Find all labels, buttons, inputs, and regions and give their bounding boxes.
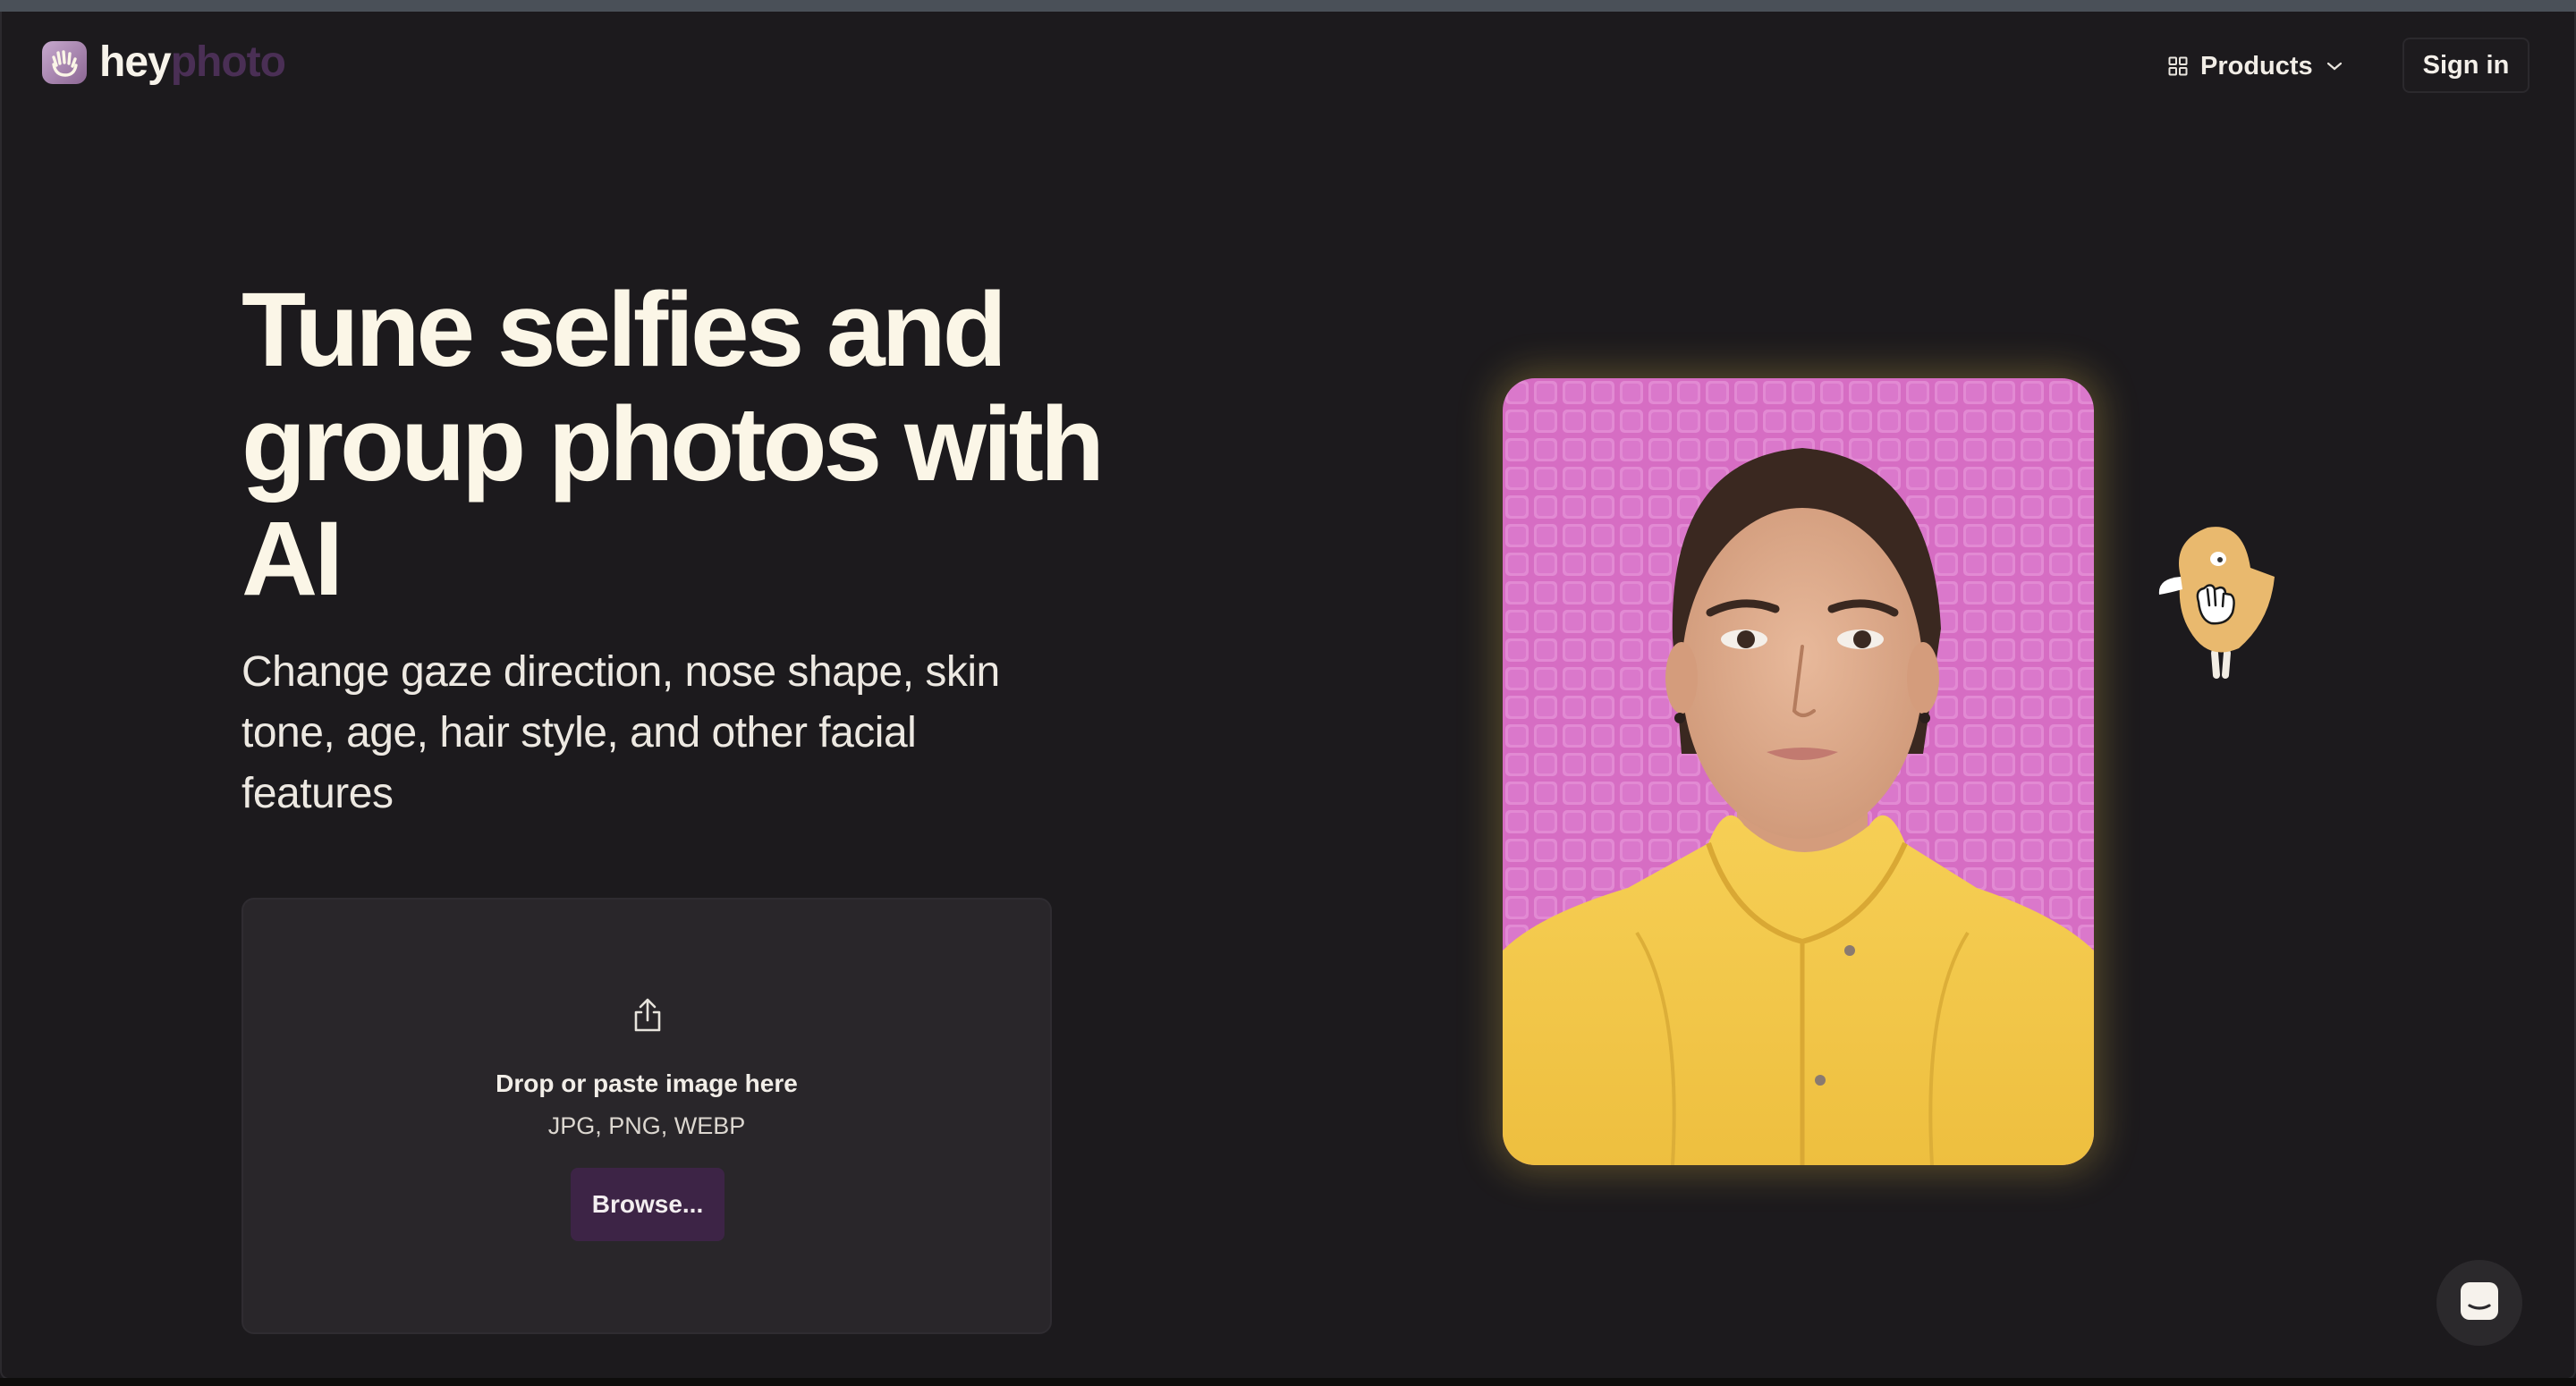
hero-subtitle: Change gaze direction, nose shape, skin … <box>242 648 1000 817</box>
hand-wave-icon <box>42 41 87 84</box>
brand-name-photo: photo <box>170 38 286 86</box>
brand-name-hey: hey <box>99 38 172 86</box>
chat-bubble-icon <box>2459 1280 2500 1326</box>
dropzone-title: Drop or paste image here <box>496 1069 798 1097</box>
brand-wordmark: heyphoto <box>99 38 286 86</box>
share-upload-icon <box>628 996 667 1040</box>
bird-mascot-icon <box>2154 523 2279 689</box>
hero-title: Tune selfies and group photos with AI <box>242 271 1105 618</box>
browse-button[interactable]: Browse... <box>571 1168 724 1241</box>
products-menu-button[interactable]: Products <box>2156 39 2352 93</box>
dropzone-formats: JPG, PNG, WEBP <box>547 1112 746 1139</box>
browser-bottom-edge <box>0 1378 2576 1386</box>
grid-icon <box>2168 56 2188 76</box>
browser-top-bar <box>0 0 2576 12</box>
chat-launcher-button[interactable] <box>2436 1260 2522 1346</box>
image-dropzone[interactable]: Drop or paste image here JPG, PNG, WEBP … <box>242 898 1052 1334</box>
chevron-down-icon <box>2326 61 2343 72</box>
preview-photo <box>1503 378 2094 1165</box>
brand-logo[interactable]: heyphoto <box>42 38 286 86</box>
products-label: Products <box>2200 51 2313 80</box>
sign-in-button[interactable]: Sign in <box>2402 38 2529 93</box>
